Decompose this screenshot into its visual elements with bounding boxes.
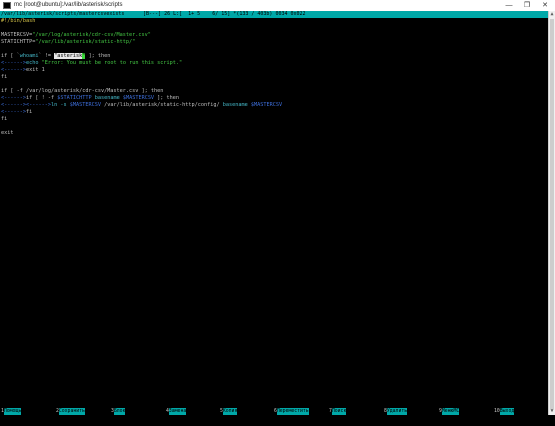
code-line-17: exit [1,130,14,137]
code-text: ]; then [154,95,180,101]
terminal-icon [3,2,11,9]
string-literal: "/var/lib/asterisk/static-http/" [35,39,136,45]
command-word: basename [94,95,123,101]
code-line-11: if [ -f /var/log/asterisk/cdr-csv/Master… [1,88,163,95]
fkey-label: Удалить [386,408,408,415]
scroll-down-arrow-icon[interactable]: ▼ [549,408,555,415]
fkey-copy[interactable]: 5Копия [220,408,238,415]
scroll-up-arrow-icon[interactable]: ▲ [549,11,555,18]
code-text: /var/lib/asterisk/static-http/config/ [100,102,223,108]
variable: $MASTERCSV [250,102,283,108]
code-text: fi [1,116,8,122]
code-line-14: <------>fi [1,109,32,116]
cursor-status: [B---] 26 L:[ 1+ 5 6/ 15] *(133 / 403b) … [143,11,306,17]
window-title: mc [root@ubuntu]:/var/lib/asterisk/scrip… [14,2,123,8]
string-literal: "/var/log/asterisk/cdr-csv/Master.csv" [32,32,151,38]
code-text: if [ -f /var/log/asterisk/cdr-csv/Master… [1,88,164,94]
code-line-7: <------>echo "Error: You must be root to… [1,60,182,67]
code-line-9: fi [1,74,7,81]
code-line-12: <------>if [ ! -f $STATICHTTP basename $… [1,95,179,102]
function-key-bar: 1Помощь 2Сохранить 3Блок 4Замена 5Копия … [0,408,548,415]
fkey-help[interactable]: 1Помощь [1,408,22,415]
fkey-label: Копия [222,408,238,415]
vertical-scrollbar[interactable]: ▲ ▼ [548,11,555,415]
var-name: MASTERCSV= [1,32,33,38]
code-line-3: MASTERCSV="/var/log/asterisk/cdr-csv/Mas… [1,32,151,39]
fkey-label: Помощь [3,408,22,415]
terminal-window: mc [root@ubuntu]:/var/lib/asterisk/scrip… [0,0,555,426]
close-button[interactable]: ✕ [538,0,552,11]
command-word: whoami [19,53,39,59]
maximize-button[interactable]: ❐ [520,0,534,11]
tab-marker: <------> [1,67,26,73]
variable: $STATICHTTP [57,95,92,101]
fkey-delete[interactable]: 8Удалить [384,408,408,415]
tab-marker: <------> [1,109,26,115]
fkey-label: Сохранить [58,408,85,415]
code-text: ` != [38,53,55,59]
var-name: STATICHTTP= [1,39,36,45]
fkey-label: МенюMC [441,408,460,415]
selected-text: "asterisk [54,53,83,59]
fkey-label: Блок [113,408,126,415]
tab-marker: <------><------> [1,102,51,108]
fkey-exit[interactable]: 10Выход [494,408,515,415]
tab-marker: <------> [1,95,26,101]
fkey-save[interactable]: 2Сохранить [56,408,85,415]
minimize-button[interactable]: — [502,0,516,11]
tab-marker: <------> [1,60,26,66]
command-word: basename [222,102,251,108]
fkey-search[interactable]: 7Поиск [329,408,347,415]
fkey-block[interactable]: 3Блок [111,408,126,415]
variable: $MASTERCSV [69,102,101,108]
editor-area[interactable]: /var/lib/asterisk/scripts/mastercsvexist… [0,11,548,415]
code-text: if [ ! -f [26,95,58,101]
code-text: if [ ` [1,53,20,59]
fkey-label: Поиск [331,408,347,415]
code-text: exit [1,130,14,136]
variable: $MASTERCSV [122,95,155,101]
fkey-menu[interactable]: 9МенюMC [439,408,460,415]
code-line-4: STATICHTTP="/var/lib/asterisk/static-htt… [1,39,135,46]
code-text: fi [1,74,8,80]
code-line-13: <------><------>ln -s $MASTERCSV /var/li… [1,102,282,109]
command-word: ln -s [50,102,70,108]
code-text: exit 1 [26,67,45,73]
scroll-thumb[interactable] [550,19,554,409]
fkey-label: Замена [168,408,187,415]
editor-status-bar: /var/lib/asterisk/scripts/mastercsvexist… [0,11,548,18]
file-path: /var/lib/asterisk/scripts/mastercsvexist… [1,11,125,17]
fkey-label: Переместить [276,408,309,415]
command-word: echo [26,60,42,66]
fkey-replace[interactable]: 4Замена [166,408,187,415]
code-line-15: fi [1,116,7,123]
code-text: ]; then [85,53,111,59]
code-line-6: if [ `whoami` != "asterisk" ]; then [1,53,110,60]
fkey-move[interactable]: 6Переместить [274,408,309,415]
shebang: #!/bin/bash [1,18,36,24]
fkey-label: Выход [499,408,515,415]
code-line-8: <------>exit 1 [1,67,45,74]
code-line-1: #!/bin/bash [1,18,35,25]
string-literal: "Error: You must be root to run this scr… [41,60,183,66]
code-text: fi [26,109,33,115]
